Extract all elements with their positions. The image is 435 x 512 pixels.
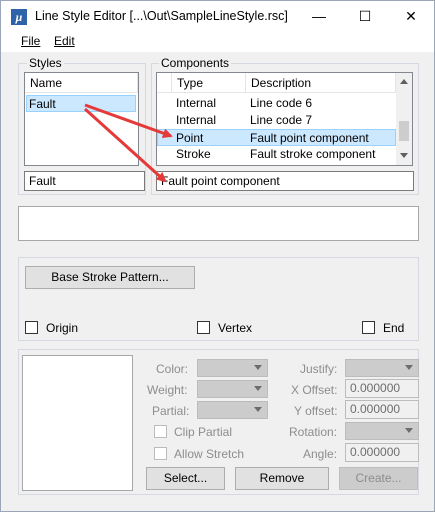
annotation-arrows xyxy=(83,103,173,183)
line-style-editor-window: μ Line Style Editor [...\Out\SampleLineS… xyxy=(0,0,435,512)
